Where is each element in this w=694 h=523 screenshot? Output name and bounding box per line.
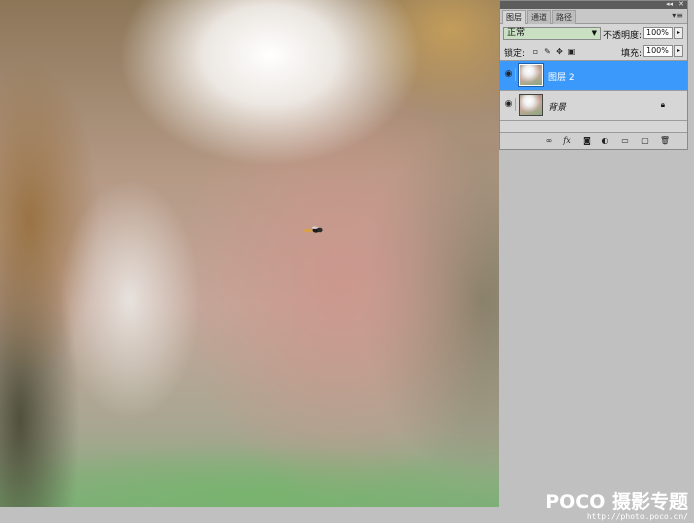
panel-footer: ∞ fx ◙ ◐ ▭ ▢ 🗑︎ <box>500 132 687 149</box>
link-icon[interactable]: ∞ <box>542 135 556 146</box>
opacity-input[interactable]: 100% <box>643 27 673 39</box>
layer-name: 背景 <box>548 103 567 113</box>
fill-label: 填充: <box>621 49 643 59</box>
lock-all-icon[interactable]: ▣ <box>567 47 576 56</box>
watermark-url: http://photo.poco.cn/ <box>586 512 688 521</box>
tab-channels[interactable]: 通道 <box>527 10 551 24</box>
tab-paths[interactable]: 路径 <box>552 10 576 24</box>
panel-menu-icon[interactable]: ▾≡ <box>672 11 683 20</box>
blend-mode-value: 正常 <box>507 28 526 38</box>
group-icon[interactable]: ▭ <box>618 135 632 146</box>
panel-title-bar[interactable]: ◂◂ ✕ <box>500 0 687 9</box>
eye-icon[interactable]: ◉ <box>502 68 516 81</box>
layer-thumbnail <box>519 94 543 116</box>
layers-panel: ◂◂ ✕ 图层 通道 路径 ▾≡ 正常 ▼ 不透明度: 100% ▸ 锁定: ▫… <box>499 0 688 150</box>
lock-transparent-icon[interactable]: ▫ <box>531 47 540 56</box>
blend-mode-select[interactable]: 正常 ▼ <box>503 27 601 40</box>
lock-row: 锁定: ▫ ✎ ✥ ▣ 填充: 100% ▸ <box>500 44 687 60</box>
panel-tabs: 图层 通道 路径 ▾≡ <box>500 9 687 24</box>
lock-icon: 🔒︎ <box>660 100 665 109</box>
fill-arrow-icon[interactable]: ▸ <box>674 45 683 57</box>
layer-name: 图层 2 <box>548 73 575 83</box>
bee-subject-image <box>303 226 323 233</box>
opacity-arrow-icon[interactable]: ▸ <box>674 27 683 39</box>
eye-icon[interactable]: ◉ <box>502 98 516 111</box>
lock-image-brush-icon[interactable]: ✎ <box>543 47 552 56</box>
lock-label: 锁定: <box>504 49 526 59</box>
chevron-down-icon: ▼ <box>591 29 597 37</box>
close-icon[interactable]: ✕ <box>678 0 684 9</box>
document-canvas[interactable] <box>0 0 499 507</box>
watermark: POCO 摄影专题 http://photo.poco.cn/ <box>545 492 688 521</box>
lock-position-move-icon[interactable]: ✥ <box>555 47 564 56</box>
layer-row-layer2[interactable]: ◉ 图层 2 <box>500 61 687 91</box>
trash-icon[interactable]: 🗑︎ <box>658 135 672 146</box>
layer-list: ◉ 图层 2 ◉ 背景 🔒︎ <box>500 60 687 135</box>
mask-icon[interactable]: ◙ <box>580 135 594 146</box>
layer-thumbnail <box>518 63 544 87</box>
opacity-label: 不透明度: <box>603 31 643 41</box>
collapse-icon[interactable]: ◂◂ <box>666 0 673 9</box>
new-layer-icon[interactable]: ▢ <box>638 135 652 146</box>
fill-input[interactable]: 100% <box>643 45 673 57</box>
adjustment-icon[interactable]: ◐ <box>598 135 612 146</box>
blend-row: 正常 ▼ 不透明度: 100% ▸ <box>500 26 687 42</box>
fx-icon[interactable]: fx <box>560 135 574 146</box>
layer-row-background[interactable]: ◉ 背景 🔒︎ <box>500 91 687 121</box>
watermark-brand: POCO 摄影专题 <box>545 491 688 513</box>
tab-layers[interactable]: 图层 <box>502 10 526 24</box>
